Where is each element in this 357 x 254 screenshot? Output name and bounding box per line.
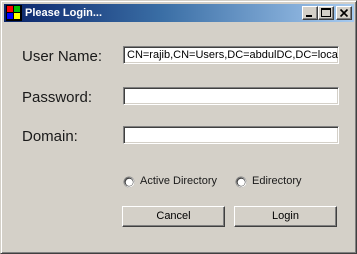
active-directory-label: Active Directory [140, 175, 218, 187]
minimize-icon [306, 15, 312, 17]
close-icon [339, 8, 349, 18]
username-label: User Name: [22, 48, 103, 65]
title-bar[interactable]: Please Login... [4, 4, 354, 22]
login-button[interactable]: Login [234, 206, 337, 227]
maximize-button[interactable] [318, 6, 334, 20]
domain-label: Domain: [22, 128, 78, 145]
edirectory-label: Edirectory [252, 175, 302, 187]
cancel-button[interactable]: Cancel [122, 206, 225, 227]
username-field[interactable]: CN=rajib,CN=Users,DC=abdulDC,DC=local [123, 46, 339, 64]
maximize-icon [321, 8, 331, 17]
login-dialog: Please Login... User Name: CN=rajib,CN=U… [0, 0, 357, 254]
minimize-button[interactable] [302, 6, 318, 20]
password-field[interactable] [123, 87, 339, 105]
windows-app-icon [6, 5, 22, 21]
edirectory-radio[interactable] [235, 175, 247, 188]
domain-field[interactable] [123, 126, 339, 144]
active-directory-radio[interactable] [123, 175, 135, 188]
close-button[interactable] [336, 6, 352, 20]
window-title: Please Login... [25, 7, 103, 19]
password-label: Password: [22, 89, 93, 106]
